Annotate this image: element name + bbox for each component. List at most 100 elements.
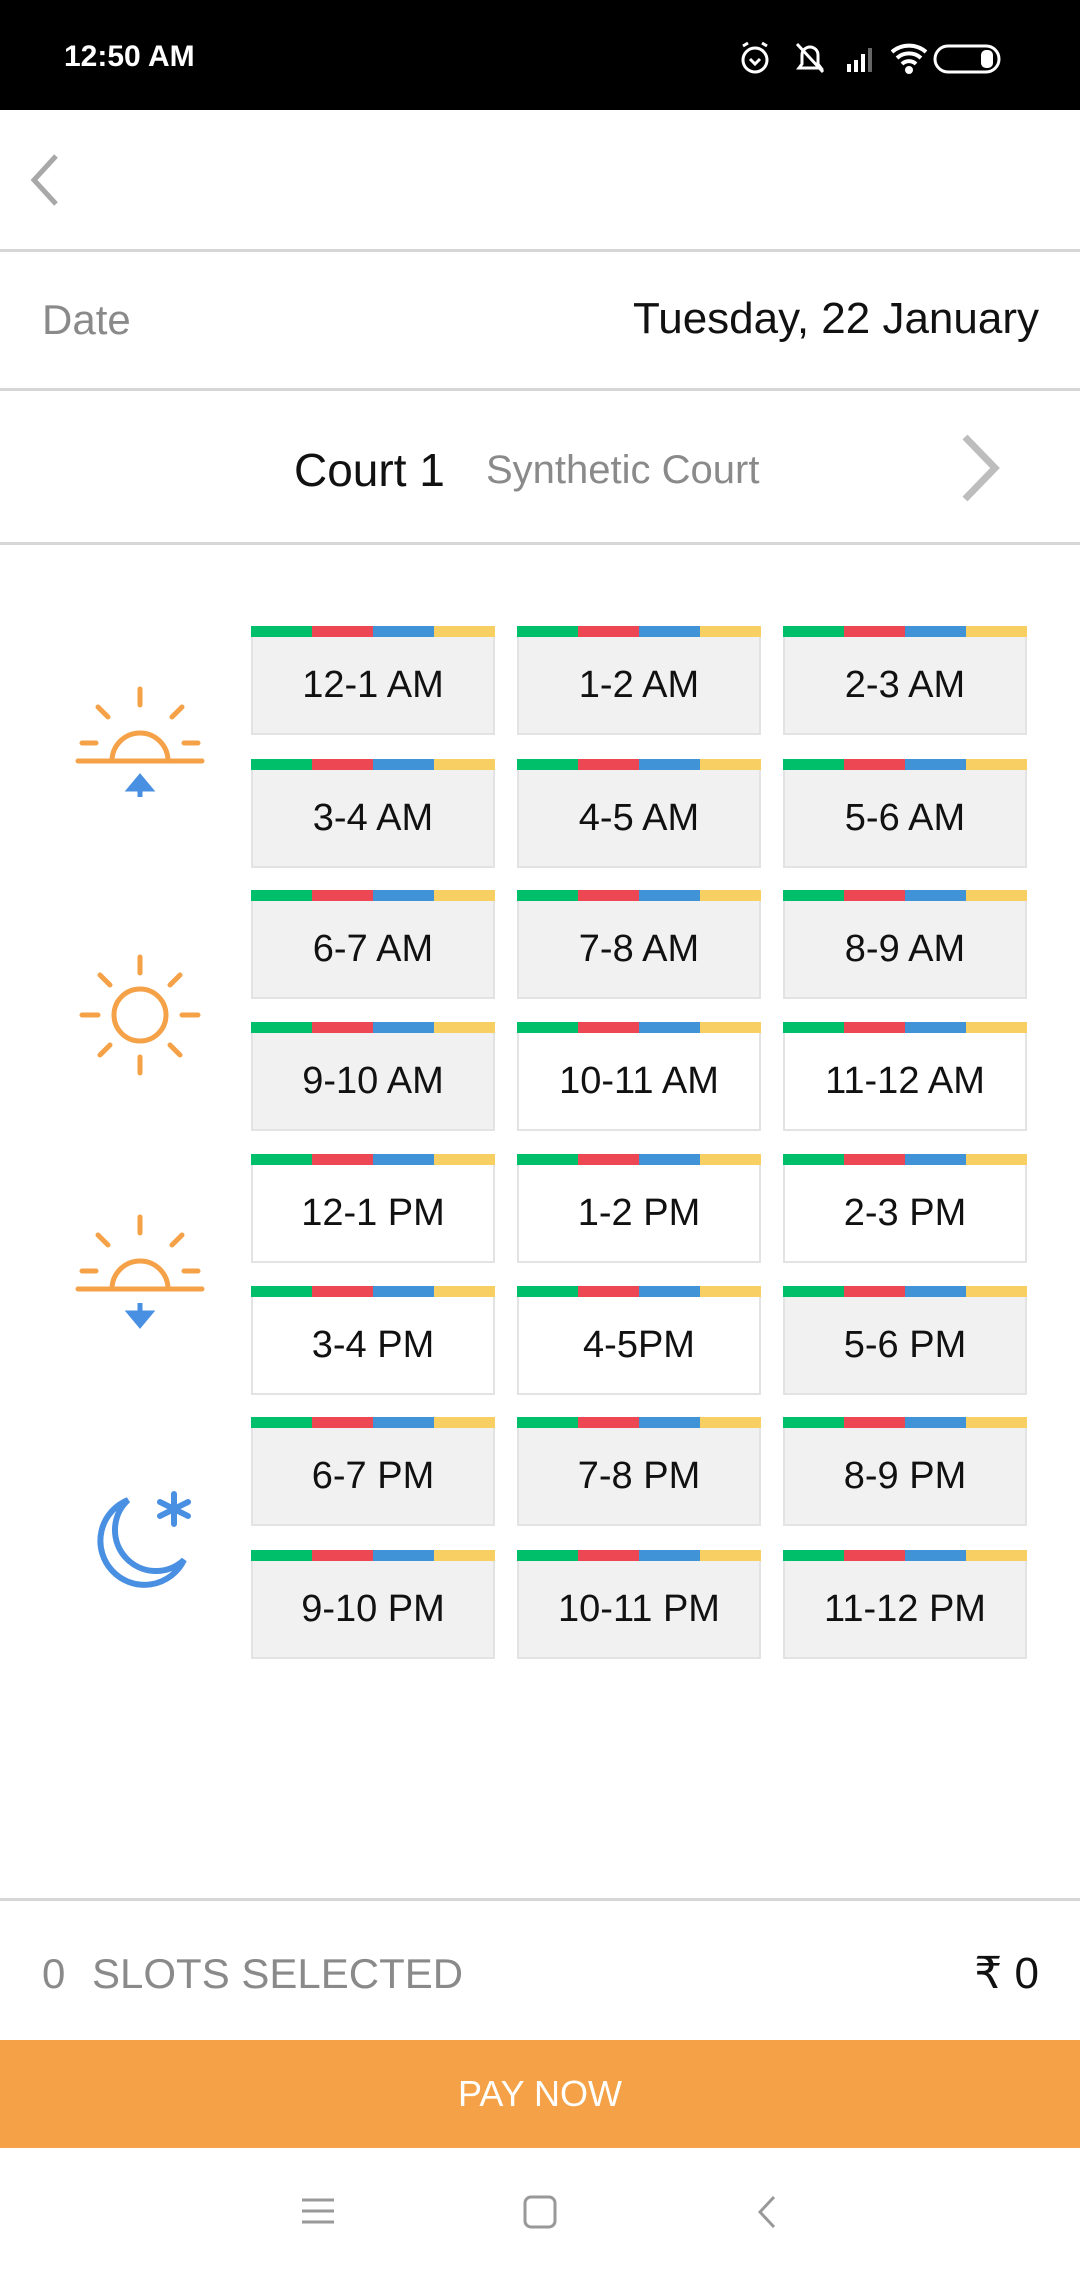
slot-label: 1-2 AM [517,637,761,735]
slot-label: 1-2 PM [517,1165,761,1263]
total-price: ₹ 0 [974,1949,1039,1998]
slot-color-bar [517,1286,761,1297]
slot-color-bar [251,1286,495,1297]
home-icon[interactable] [522,2194,558,2230]
slot-color-bar [517,1022,761,1033]
time-slot[interactable]: 2-3 PM [783,1154,1027,1263]
date-label: Date [42,296,131,343]
slot-color-bar [783,890,1027,901]
sunset-icon [70,1209,210,1349]
time-slot[interactable]: 3-4 PM [251,1286,495,1395]
slots-selected-label: SLOTS SELECTED [92,1950,464,1997]
time-slot[interactable]: 7-8 PM [517,1417,761,1526]
slot-label: 12-1 PM [251,1165,495,1263]
slot-label: 11-12 AM [783,1033,1027,1131]
slot-color-bar [251,759,495,770]
time-slot[interactable]: 4-5 AM [517,759,761,868]
time-slot[interactable]: 8-9 PM [783,1417,1027,1526]
time-slot[interactable]: 11-12 PM [783,1550,1027,1659]
time-slot[interactable]: 12-1 PM [251,1154,495,1263]
slot-label: 8-9 AM [783,901,1027,999]
menu-icon[interactable] [300,2196,336,2226]
slot-label: 11-12 PM [783,1561,1027,1659]
slot-color-bar [251,626,495,637]
status-bar: 12:50 AM [0,0,1080,110]
time-slot[interactable]: 1-2 AM [517,626,761,735]
slot-color-bar [251,1022,495,1033]
divider [0,542,1080,545]
back-button[interactable] [24,150,64,210]
slot-color-bar [783,759,1027,770]
court-selector[interactable]: Court 1 Synthetic Court [0,391,1080,543]
date-value[interactable]: Tuesday, 22 January [633,294,1039,344]
slot-label: 9-10 PM [251,1561,495,1659]
battery-icon [933,44,1001,74]
slot-color-bar [517,1550,761,1561]
back-nav-icon[interactable] [752,2194,782,2230]
slot-label: 2-3 PM [783,1165,1027,1263]
time-slot[interactable]: 6-7 AM [251,890,495,999]
slot-color-bar [517,626,761,637]
signal-icon [847,48,872,72]
time-slot[interactable]: 8-9 AM [783,890,1027,999]
moon-icon [70,1472,210,1612]
slot-label: 5-6 PM [783,1297,1027,1395]
alarm-icon [741,41,769,74]
slot-label: 2-3 AM [783,637,1027,735]
time-slot[interactable]: 5-6 PM [783,1286,1027,1395]
slot-label: 10-11 AM [517,1033,761,1131]
time-slot[interactable]: 6-7 PM [251,1417,495,1526]
nav-bar [0,2148,1080,2280]
pay-now-button[interactable]: PAY NOW [0,2040,1080,2148]
slot-label: 3-4 AM [251,770,495,868]
time-slot[interactable]: 2-3 AM [783,626,1027,735]
slot-color-bar [251,1417,495,1428]
slot-label: 3-4 PM [251,1297,495,1395]
slot-color-bar [251,1154,495,1165]
time-slot[interactable]: 7-8 AM [517,890,761,999]
slot-color-bar [517,890,761,901]
time-slot[interactable]: 9-10 AM [251,1022,495,1131]
time-slot[interactable]: 4-5PM [517,1286,761,1395]
slot-color-bar [783,1550,1027,1561]
slot-color-bar [251,1550,495,1561]
wifi-icon [890,43,928,74]
slot-label: 9-10 AM [251,1033,495,1131]
slot-color-bar [517,759,761,770]
slot-color-bar [783,1417,1027,1428]
slot-label: 4-5 AM [517,770,761,868]
time-slot[interactable]: 9-10 PM [251,1550,495,1659]
slot-label: 8-9 PM [783,1428,1027,1526]
court-type: Synthetic Court [486,448,760,492]
time-slot[interactable]: 10-11 AM [517,1022,761,1131]
chevron-right-icon[interactable] [955,431,1005,505]
slot-color-bar [251,890,495,901]
slot-color-bar [783,1022,1027,1033]
time-slot[interactable]: 3-4 AM [251,759,495,868]
slot-label: 6-7 PM [251,1428,495,1526]
slot-label: 4-5PM [517,1297,761,1395]
slot-label: 12-1 AM [251,637,495,735]
slot-label: 7-8 PM [517,1428,761,1526]
time-slot[interactable]: 11-12 AM [783,1022,1027,1131]
sunrise-icon [70,681,210,821]
status-time: 12:50 AM [64,40,195,73]
slot-label: 6-7 AM [251,901,495,999]
slot-color-bar [783,1154,1027,1165]
slots-count: 0 [42,1950,66,1997]
divider [0,249,1080,252]
time-slot[interactable]: 5-6 AM [783,759,1027,868]
slot-color-bar [783,626,1027,637]
status-icons [741,41,1001,74]
slot-color-bar [783,1286,1027,1297]
slot-label: 7-8 AM [517,901,761,999]
slot-color-bar [517,1417,761,1428]
slot-label: 10-11 PM [517,1561,761,1659]
court-name: Court 1 [294,444,445,496]
silent-icon [795,42,825,74]
slot-label: 5-6 AM [783,770,1027,868]
slot-color-bar [517,1154,761,1165]
time-slot[interactable]: 10-11 PM [517,1550,761,1659]
time-slot[interactable]: 1-2 PM [517,1154,761,1263]
time-slot[interactable]: 12-1 AM [251,626,495,735]
